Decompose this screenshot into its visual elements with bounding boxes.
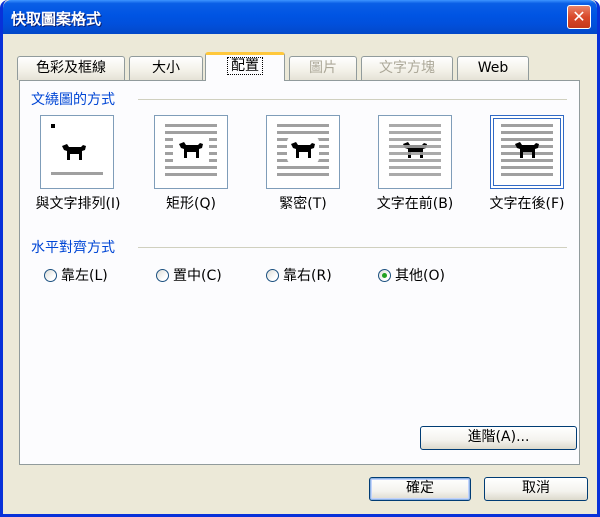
cancel-button[interactable]: 取消 bbox=[484, 477, 588, 501]
tab-picture: 圖片 bbox=[289, 56, 357, 80]
ok-button[interactable]: 確定 bbox=[369, 477, 471, 501]
inline-marker bbox=[51, 124, 55, 128]
wrap-in-front-of-text-label: 文字在後(F) bbox=[489, 196, 565, 212]
wrap-tight-label: 緊密(T) bbox=[279, 196, 327, 212]
window-title: 快取圖案格式 bbox=[11, 10, 102, 28]
tab-layout-label: 配置 bbox=[227, 57, 263, 75]
align-center-radio[interactable]: 置中(C) bbox=[156, 265, 222, 285]
align-right-radio[interactable]: 靠右(R) bbox=[266, 265, 332, 285]
align-center-label: 置中(C) bbox=[173, 268, 222, 284]
horizontal-alignment-title: 水平對齊方式 bbox=[31, 240, 115, 256]
tab-text-box: 文字方塊 bbox=[361, 56, 453, 80]
wrap-square-button[interactable] bbox=[154, 115, 228, 189]
text-lines bbox=[51, 172, 103, 179]
wrapping-divider bbox=[138, 99, 567, 100]
layout-panel: 文繞圖的方式 與文字排列(I) 矩形(Q) 緊密(T) 文字在前(B) 文字在後… bbox=[19, 80, 580, 465]
in-front-of-text-icon bbox=[515, 142, 539, 158]
tab-web[interactable]: Web bbox=[457, 56, 529, 80]
radio-circle-checked[interactable] bbox=[378, 269, 391, 282]
tab-layout[interactable]: 配置 bbox=[205, 52, 285, 81]
wrapping-style-title: 文繞圖的方式 bbox=[31, 92, 115, 108]
dialog-window: 快取圖案格式 ✕ 色彩及框線 大小 配置 圖片 文字方塊 Web 文繞圖的方式 … bbox=[0, 0, 600, 517]
wrap-behind-text-button[interactable] bbox=[378, 115, 452, 189]
tab-color-and-lines[interactable]: 色彩及框線 bbox=[17, 56, 125, 80]
wrap-square-label: 矩形(Q) bbox=[166, 196, 216, 212]
wrap-behind-text-label: 文字在前(B) bbox=[376, 196, 454, 212]
radio-circle[interactable] bbox=[266, 269, 279, 282]
align-other-label: 其他(O) bbox=[395, 268, 445, 284]
title-bar[interactable]: 快取圖案格式 ✕ bbox=[3, 0, 597, 34]
radio-circle[interactable] bbox=[44, 269, 57, 282]
tight-wrap-icon bbox=[291, 142, 315, 158]
tab-size[interactable]: 大小 bbox=[129, 56, 203, 80]
wrap-inline-label: 與文字排列(I) bbox=[35, 196, 121, 212]
inline-with-text-icon bbox=[62, 144, 86, 160]
align-left-label: 靠左(L) bbox=[61, 268, 108, 284]
square-wrap-icon bbox=[179, 142, 203, 158]
align-left-radio[interactable]: 靠左(L) bbox=[44, 265, 108, 285]
wrap-in-front-of-text-button[interactable] bbox=[490, 115, 564, 189]
text-lines bbox=[389, 124, 441, 180]
alignment-divider bbox=[138, 247, 567, 248]
align-right-label: 靠右(R) bbox=[283, 268, 332, 284]
wrap-inline-button[interactable] bbox=[40, 115, 114, 189]
close-button[interactable]: ✕ bbox=[567, 5, 591, 29]
radio-circle[interactable] bbox=[156, 269, 169, 282]
wrap-tight-button[interactable] bbox=[266, 115, 340, 189]
close-icon: ✕ bbox=[572, 7, 586, 26]
align-other-radio[interactable]: 其他(O) bbox=[378, 265, 445, 285]
advanced-button[interactable]: 進階(A)... bbox=[420, 426, 577, 450]
